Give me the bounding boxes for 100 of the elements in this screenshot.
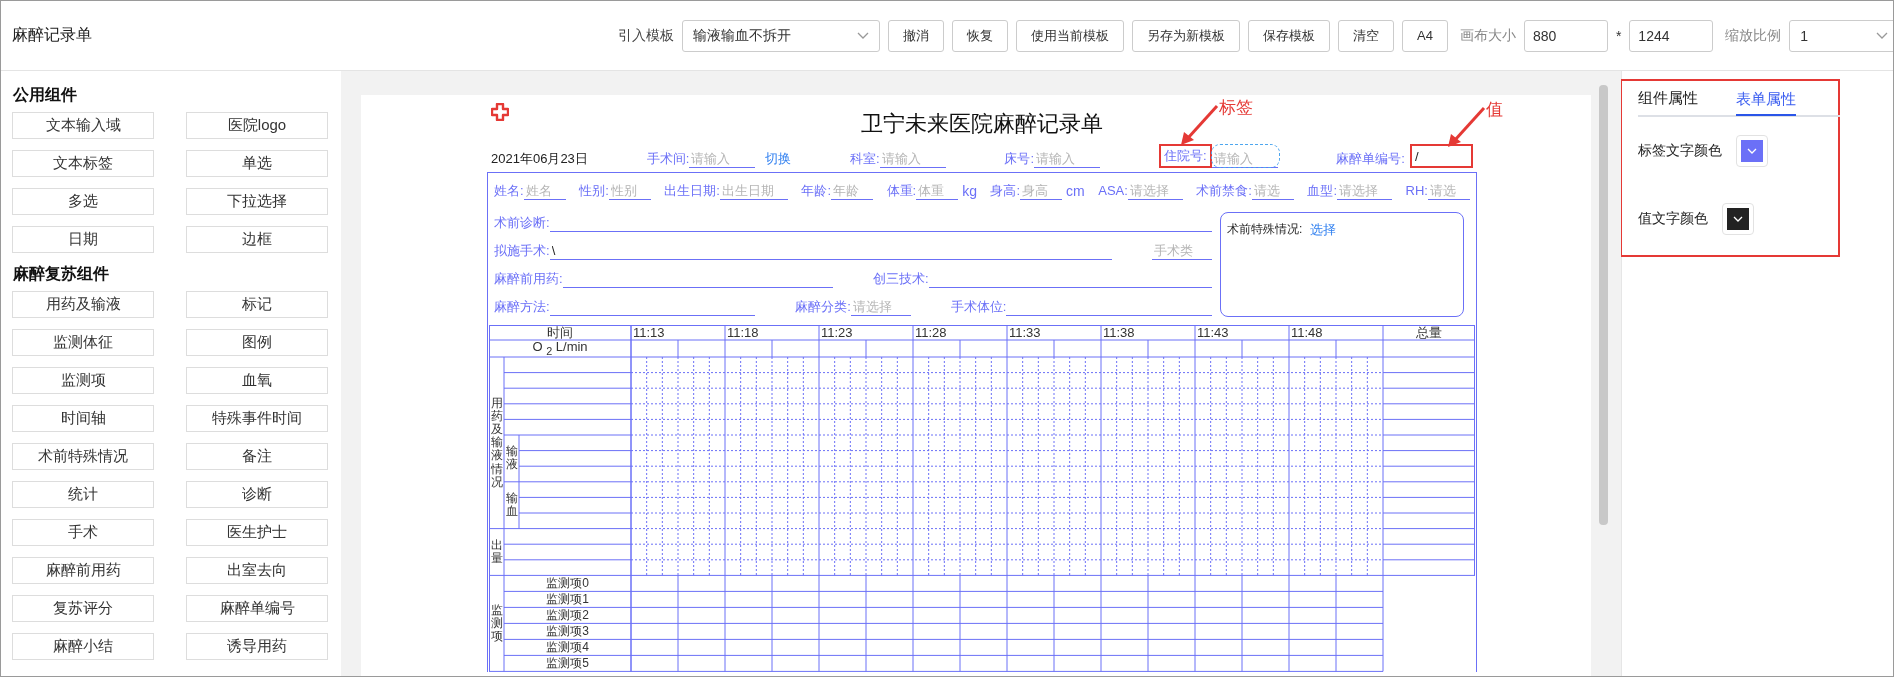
monitor-item-label: 监测项1 [546, 591, 589, 607]
field-label: 麻醉方法: [494, 298, 550, 316]
date-value: 2021年06月23日 [491, 150, 588, 168]
component-button[interactable]: 用药及输液 [12, 291, 154, 318]
section-label: 出量 [490, 538, 503, 566]
medical-cross-icon [491, 103, 509, 121]
input-field[interactable]: 体重 [916, 182, 959, 200]
component-button[interactable]: 血氧 [186, 367, 328, 394]
properties-tab[interactable]: 组件属性 [1638, 81, 1698, 115]
input-field[interactable]: 请输入 [1034, 150, 1101, 168]
zoom-select[interactable]: 1 [1789, 19, 1893, 52]
chevron-down-icon [857, 31, 869, 40]
input-field[interactable]: 手术类 [1152, 242, 1212, 260]
component-button[interactable]: 特殊事件时间 [186, 405, 328, 432]
switch-link[interactable]: 切换 [765, 150, 792, 168]
component-button[interactable]: 备注 [186, 443, 328, 470]
field-label: 手术体位: [950, 298, 1007, 316]
monitor-item-label: 监测项4 [546, 639, 589, 655]
field-label: 麻醉前用药: [494, 270, 563, 288]
input-field[interactable]: \ [549, 242, 1112, 260]
input-field[interactable]: 请选择 [1337, 182, 1393, 200]
toolbar-button[interactable]: A4 [1402, 19, 1448, 52]
input-field[interactable]: 请输入 [879, 150, 946, 168]
time-label: 11:48 [1291, 325, 1323, 340]
canvas-height-input[interactable]: 1244 [1629, 19, 1714, 52]
toolbar-button[interactable]: 撤消 [888, 19, 944, 52]
properties-tab[interactable]: 表单属性 [1736, 82, 1796, 116]
component-button[interactable]: 术前特殊情况 [12, 443, 154, 470]
field-label: 姓名: [494, 182, 524, 200]
component-button[interactable]: 文本输入域 [12, 112, 154, 139]
input-field[interactable]: 请输入 [1211, 150, 1278, 168]
monitor-item-label: 监测项3 [546, 623, 589, 639]
monitor-item-label: 监测项0 [546, 575, 589, 591]
monitor-item-label: 监测项2 [546, 607, 589, 623]
field-label: 创三技术: [873, 270, 929, 288]
template-select[interactable]: 输液输血不拆开 [682, 19, 880, 52]
component-button[interactable]: 文本标签 [12, 150, 154, 177]
component-button[interactable]: 诊断 [186, 481, 328, 508]
section-label: 用药及输液情况 [490, 396, 503, 489]
component-button[interactable]: 麻醉前用药 [12, 557, 154, 584]
component-button[interactable]: 图例 [186, 329, 328, 356]
field-label: 科室: [850, 150, 880, 168]
input-field[interactable]: 年龄 [831, 182, 873, 200]
toolbar-button[interactable]: 使用当前模板 [1016, 19, 1124, 52]
toolbar-button[interactable]: 清空 [1338, 19, 1394, 52]
input-field[interactable]: 请输入 [689, 150, 756, 168]
component-button[interactable]: 麻醉单编号 [186, 595, 328, 622]
special-condition-label: 术前特殊情况: [1227, 221, 1303, 238]
component-button[interactable]: 监测项 [12, 367, 154, 394]
component-button[interactable]: 医生护士 [186, 519, 328, 546]
component-button[interactable]: 复苏评分 [12, 595, 154, 622]
select-link[interactable]: 选择 [1310, 221, 1337, 239]
time-label: 11:18 [727, 325, 759, 340]
field-label: ASA: [1098, 182, 1128, 200]
scrollbar-thumb[interactable] [1599, 85, 1608, 525]
toolbar-button[interactable]: 恢复 [952, 19, 1008, 52]
field-label: 手术间: [646, 150, 690, 168]
component-button[interactable]: 下拉选择 [186, 188, 328, 215]
component-button[interactable]: 单选 [186, 150, 328, 177]
chevron-down-icon [1747, 148, 1757, 154]
unit-label: cm [1066, 182, 1085, 200]
component-button[interactable]: 日期 [12, 226, 154, 253]
component-button[interactable]: 监测体征 [12, 329, 154, 356]
time-label: 11:28 [915, 325, 947, 340]
form-title: 卫宁未来医院麻醉记录单 [861, 110, 1103, 138]
component-button[interactable]: 手术 [12, 519, 154, 546]
annotation-label: 标签 [1218, 98, 1253, 118]
component-button[interactable]: 诱导用药 [186, 633, 328, 660]
toolbar-button[interactable]: 保存模板 [1248, 19, 1330, 52]
component-button[interactable]: 边框 [186, 226, 328, 253]
group-heading: 麻醉复苏组件 [13, 264, 110, 284]
toolbar-button[interactable]: 另存为新模板 [1132, 19, 1240, 52]
input-field[interactable]: 姓名 [523, 182, 566, 200]
field-label: 身高: [990, 182, 1021, 200]
input-field[interactable]: 请选择 [1127, 182, 1183, 200]
input-field[interactable]: 请选 [1251, 182, 1294, 200]
input-field[interactable]: 出生日期 [719, 182, 788, 200]
annotation-arrow [1178, 104, 1219, 146]
canvas-width-input[interactable]: 880 [1523, 19, 1608, 52]
input-field[interactable]: 请选择 [850, 298, 911, 316]
field-label: 性别: [579, 182, 609, 200]
component-button[interactable]: 时间轴 [12, 405, 154, 432]
input-field[interactable]: 身高 [1020, 182, 1063, 200]
chevron-down-icon [1876, 31, 1889, 40]
field-label: 麻醉分类: [795, 298, 851, 316]
input-field[interactable]: 性别 [608, 182, 651, 200]
component-button[interactable]: 标记 [186, 291, 328, 318]
property-label: 值文字颜色 [1638, 210, 1708, 228]
component-button[interactable]: 出室去向 [186, 557, 328, 584]
field-label: 年龄: [801, 182, 831, 200]
field-label: 体重: [886, 182, 917, 200]
field-label: 住院号: [1158, 144, 1212, 168]
input-field[interactable]: / [1409, 144, 1473, 168]
input-field[interactable]: 请选 [1428, 182, 1470, 200]
component-button[interactable]: 多选 [12, 188, 154, 215]
component-button[interactable]: 麻醉小结 [12, 633, 154, 660]
component-button[interactable]: 统计 [12, 481, 154, 508]
property-label: 标签文字颜色 [1638, 142, 1722, 160]
component-button[interactable]: 医院logo [186, 112, 328, 139]
chevron-down-icon [1733, 216, 1743, 222]
